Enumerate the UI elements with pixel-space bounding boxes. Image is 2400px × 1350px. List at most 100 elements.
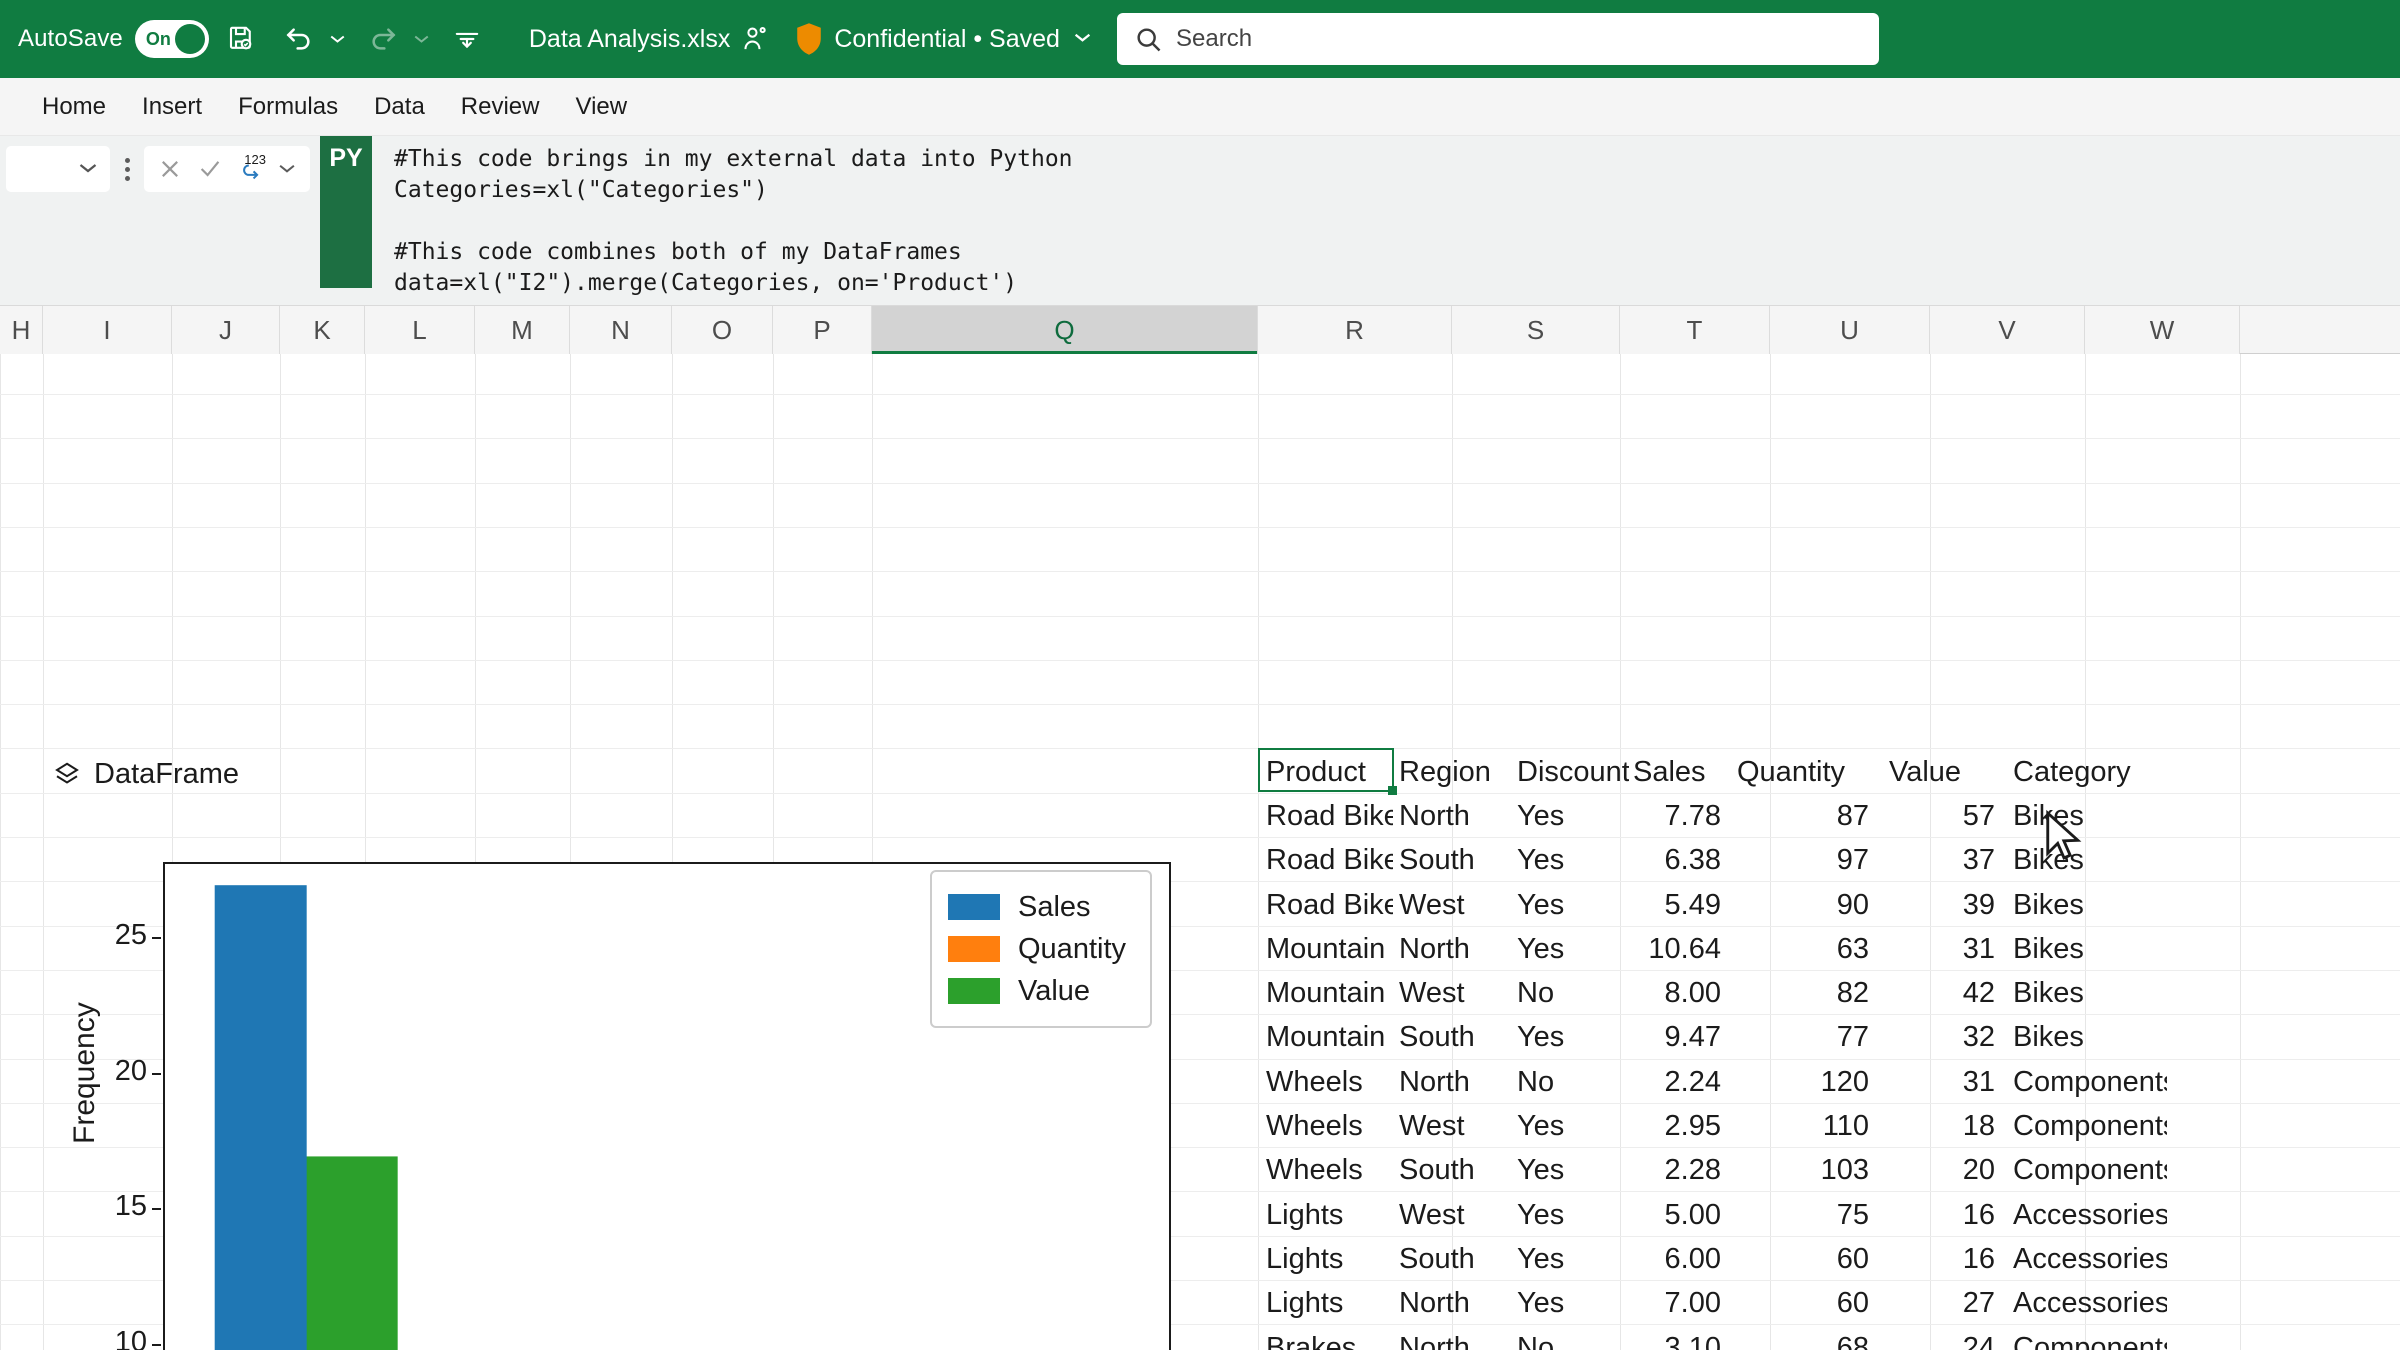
table-row[interactable]: Mountain BikeSouthYes9.477732Bikes <box>1258 1016 2167 1060</box>
table-cell[interactable]: Yes <box>1511 1021 1629 1054</box>
undo-icon[interactable] <box>273 13 325 65</box>
table-cell[interactable]: Road Bikes <box>1258 889 1393 922</box>
table-cell[interactable]: 2.95 <box>1629 1110 1729 1143</box>
insert-function-icon[interactable]: 123 <box>232 150 268 188</box>
table-cell[interactable]: 31 <box>1881 1066 2007 1099</box>
more-options-icon[interactable] <box>110 146 144 192</box>
table-row[interactable]: Mountain BikeWestNo8.008242Bikes <box>1258 971 2167 1015</box>
column-header-t[interactable]: T <box>1620 306 1770 354</box>
formula-code-editor[interactable]: #This code brings in my external data in… <box>372 136 1073 299</box>
table-cell[interactable]: 20 <box>1881 1154 2007 1187</box>
table-cell[interactable]: South <box>1393 1154 1511 1187</box>
column-header-region[interactable]: Region <box>1393 756 1511 789</box>
table-row[interactable]: Wheels North No 2.24 120 31 Components <box>1258 1060 2167 1104</box>
table-row[interactable]: Road BikesWestYes5.499039Bikes <box>1258 883 2167 927</box>
table-cell[interactable]: 5.49 <box>1629 889 1729 922</box>
sensitivity-status[interactable]: Confidential • Saved <box>794 22 1091 56</box>
table-cell[interactable]: Accessories <box>2007 1199 2167 1232</box>
table-cell[interactable]: 68 <box>1729 1332 1881 1350</box>
table-row[interactable]: Wheels West Yes 2.95 110 18 Components <box>1258 1104 2167 1148</box>
save-icon[interactable] <box>215 13 267 65</box>
table-cell[interactable]: Yes <box>1511 889 1629 922</box>
table-cell[interactable]: Bikes <box>2007 977 2167 1010</box>
table-cell[interactable]: 87 <box>1729 800 1881 833</box>
column-header-i[interactable]: I <box>43 306 172 354</box>
column-header-category[interactable]: Category <box>2007 756 2167 789</box>
table-row[interactable]: Mountain BikeNorthYes10.646331Bikes <box>1258 927 2167 971</box>
table-cell[interactable]: 9.47 <box>1629 1021 1729 1054</box>
table-cell[interactable]: 97 <box>1729 844 1881 877</box>
table-cell[interactable]: 63 <box>1729 933 1881 966</box>
table-row[interactable]: Brakes North No 3.10 68 24 Components <box>1258 1326 2167 1350</box>
table-cell[interactable]: 110 <box>1729 1110 1881 1143</box>
chevron-down-icon[interactable] <box>1074 30 1091 48</box>
column-header-u[interactable]: U <box>1770 306 1930 354</box>
table-cell[interactable]: West <box>1393 1110 1511 1143</box>
table-cell[interactable]: 37 <box>1881 844 2007 877</box>
tab-review[interactable]: Review <box>443 87 558 127</box>
table-cell[interactable]: 16 <box>1881 1199 2007 1232</box>
column-header-discount[interactable]: Discount <box>1511 756 1629 789</box>
table-cell[interactable]: Mountain Bike <box>1258 933 1393 966</box>
table-cell[interactable]: Yes <box>1511 1154 1629 1187</box>
table-cell[interactable]: South <box>1393 1243 1511 1276</box>
table-cell[interactable]: Yes <box>1511 1199 1629 1232</box>
column-header-o[interactable]: O <box>672 306 773 354</box>
table-cell[interactable]: Yes <box>1511 1110 1629 1143</box>
file-name[interactable]: Data Analysis.xlsx <box>529 25 730 54</box>
column-header-k[interactable]: K <box>280 306 365 354</box>
table-cell[interactable]: 2.28 <box>1629 1154 1729 1187</box>
table-cell[interactable]: Mountain Bike <box>1258 1021 1393 1054</box>
undo-dropdown-icon[interactable] <box>325 13 351 65</box>
table-cell[interactable]: 42 <box>1881 977 2007 1010</box>
table-cell[interactable]: Bikes <box>2007 889 2167 922</box>
table-cell[interactable]: 5.00 <box>1629 1199 1729 1232</box>
tab-view[interactable]: View <box>558 87 646 127</box>
table-cell[interactable]: Wheels <box>1258 1110 1393 1143</box>
table-cell[interactable]: Yes <box>1511 844 1629 877</box>
table-row[interactable]: Wheels South Yes 2.28 103 20 Components <box>1258 1149 2167 1193</box>
column-header-m[interactable]: M <box>475 306 570 354</box>
column-header-q[interactable]: Q <box>872 306 1258 354</box>
table-cell[interactable]: Yes <box>1511 1243 1629 1276</box>
table-cell[interactable]: No <box>1511 1332 1629 1350</box>
table-cell[interactable]: Accessories <box>2007 1243 2167 1276</box>
customize-quick-access-icon[interactable] <box>441 13 493 65</box>
table-cell[interactable]: 8.00 <box>1629 977 1729 1010</box>
table-cell[interactable]: Mountain Bike <box>1258 977 1393 1010</box>
table-cell[interactable]: 18 <box>1881 1110 2007 1143</box>
column-header-quantity[interactable]: Quantity <box>1729 756 1881 789</box>
autosave-toggle[interactable]: On <box>134 20 209 58</box>
table-cell[interactable]: West <box>1393 1199 1511 1232</box>
table-cell[interactable]: West <box>1393 977 1511 1010</box>
grid-body[interactable]: DataFrame Frequency 0510152025 020406080… <box>0 354 2400 1350</box>
table-cell[interactable]: Components <box>2007 1110 2167 1143</box>
table-cell[interactable]: Road Bikes <box>1258 800 1393 833</box>
column-header-j[interactable]: J <box>172 306 280 354</box>
redo-dropdown-icon[interactable] <box>409 13 435 65</box>
table-row[interactable]: Road BikesNorthYes7.788757Bikes <box>1258 794 2167 838</box>
column-header-value[interactable]: Value <box>1881 756 2007 789</box>
table-cell[interactable]: 60 <box>1729 1287 1881 1320</box>
table-row[interactable]: Road BikesSouthYes6.389737Bikes <box>1258 839 2167 883</box>
dataframe-card-label[interactable]: DataFrame <box>52 758 239 791</box>
table-row[interactable]: Lights West Yes 5.00 75 16 Accessories <box>1258 1193 2167 1237</box>
column-header-s[interactable]: S <box>1452 306 1620 354</box>
share-person-icon[interactable] <box>742 25 768 53</box>
table-cell[interactable]: North <box>1393 800 1511 833</box>
table-cell[interactable]: 82 <box>1729 977 1881 1010</box>
table-cell[interactable]: 75 <box>1729 1199 1881 1232</box>
tab-home[interactable]: Home <box>24 87 124 127</box>
table-cell[interactable]: Yes <box>1511 1287 1629 1320</box>
table-cell[interactable]: North <box>1393 1332 1511 1350</box>
table-cell[interactable]: 16 <box>1881 1243 2007 1276</box>
table-cell[interactable]: 77 <box>1729 1021 1881 1054</box>
column-header-v[interactable]: V <box>1930 306 2085 354</box>
chevron-down-icon[interactable] <box>272 161 302 178</box>
search-input[interactable]: Search <box>1117 13 1879 65</box>
column-header-h[interactable]: H <box>0 306 43 354</box>
table-cell[interactable]: 10.64 <box>1629 933 1729 966</box>
table-cell[interactable]: 24 <box>1881 1332 2007 1350</box>
table-cell[interactable]: North <box>1393 1066 1511 1099</box>
table-cell[interactable]: Components <box>2007 1154 2167 1187</box>
